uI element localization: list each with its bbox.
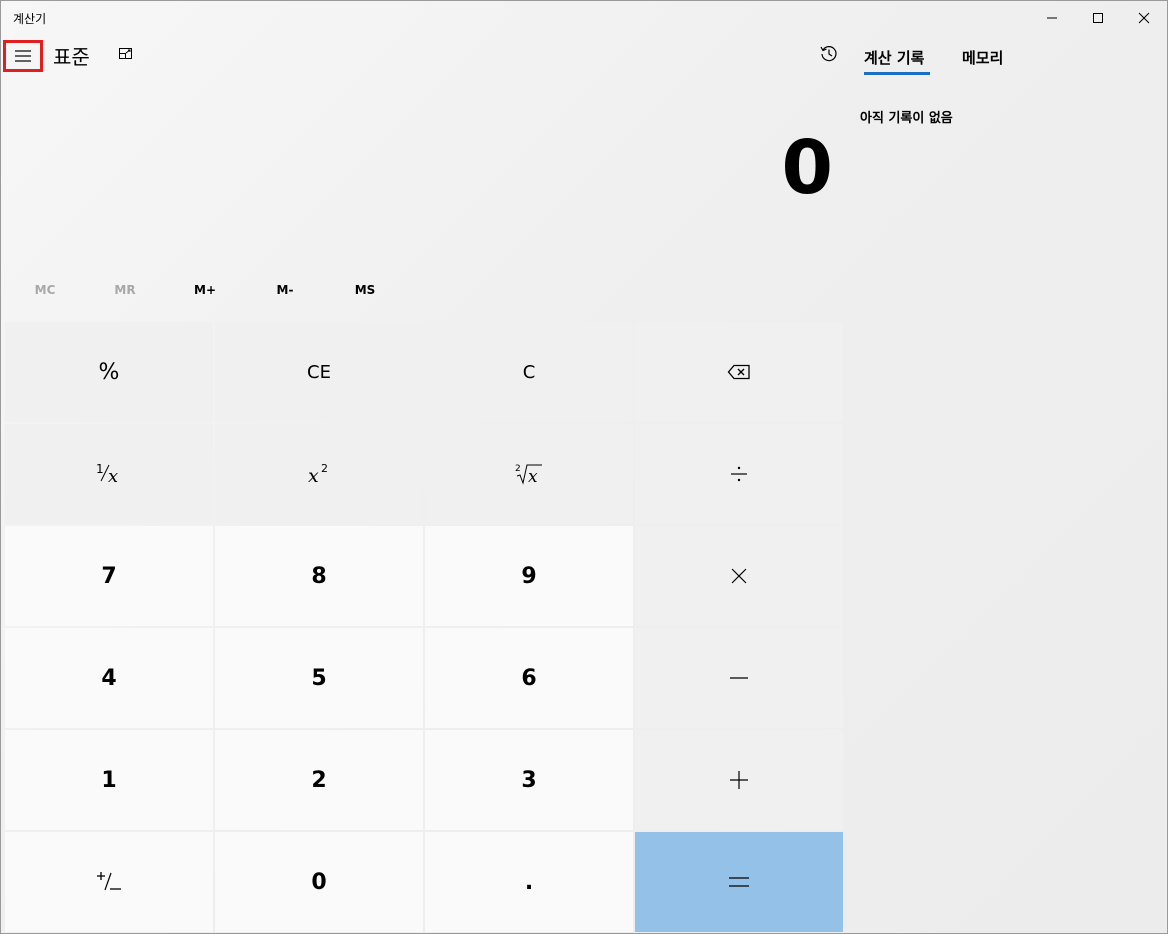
backspace-button[interactable]: [635, 322, 843, 422]
equals-icon: [729, 877, 749, 887]
digit-7-button[interactable]: 7: [5, 526, 213, 626]
memory-recall-button[interactable]: MR: [85, 273, 165, 307]
plus-minus-icon: [97, 872, 121, 891]
history-empty-message: 아직 기록이 없음: [860, 111, 953, 126]
svg-text:x: x: [528, 467, 538, 487]
reciprocal-icon: 1 x: [96, 462, 118, 487]
window-title: 계산기: [13, 12, 47, 26]
mode-title: 표준: [53, 45, 90, 69]
keypad: % CE C 1 x x 2 2 x 7 8 9 4 5 6 1 2 3 0 .: [5, 322, 845, 932]
minimize-button[interactable]: [1029, 1, 1075, 35]
digit-1-button[interactable]: 1: [5, 730, 213, 830]
svg-text:2: 2: [515, 464, 521, 474]
backspace-icon: [727, 364, 750, 380]
add-button[interactable]: [635, 730, 843, 830]
close-button[interactable]: [1121, 1, 1167, 35]
memory-store-button[interactable]: MS: [325, 273, 405, 307]
divide-button[interactable]: [635, 424, 843, 524]
svg-text:1: 1: [96, 462, 104, 476]
clear-button[interactable]: C: [425, 322, 633, 422]
negate-button[interactable]: [5, 832, 213, 932]
maximize-button[interactable]: [1075, 1, 1121, 35]
keep-on-top-button[interactable]: [117, 45, 135, 63]
square-root-icon: 2 x: [515, 464, 542, 487]
title-bar: 계산기: [1, 1, 1167, 35]
digit-8-button[interactable]: 8: [215, 526, 423, 626]
reciprocal-button[interactable]: 1 x: [5, 424, 213, 524]
digit-9-button[interactable]: 9: [425, 526, 633, 626]
subtract-button[interactable]: [635, 628, 843, 728]
digit-4-button[interactable]: 4: [5, 628, 213, 728]
active-tab-indicator: [864, 72, 930, 75]
multiply-button[interactable]: [635, 526, 843, 626]
digit-0-button[interactable]: 0: [215, 832, 423, 932]
tab-memory[interactable]: 메모리: [962, 47, 1003, 68]
decimal-button[interactable]: .: [425, 832, 633, 932]
tab-history[interactable]: 계산 기록: [864, 47, 924, 68]
digit-6-button[interactable]: 6: [425, 628, 633, 728]
calculator-window: 계산기 표준 0 MC MR M+ M- MS % CE C 1 x x 2 2…: [0, 0, 1168, 934]
close-icon: [1138, 12, 1150, 24]
svg-text:2: 2: [321, 462, 328, 475]
memory-clear-button[interactable]: MC: [5, 273, 85, 307]
result-display: 0: [781, 125, 834, 211]
clear-entry-button[interactable]: CE: [215, 322, 423, 422]
minus-icon: [730, 677, 748, 679]
percent-button[interactable]: %: [5, 322, 213, 422]
square-button[interactable]: x 2: [215, 424, 423, 524]
history-button[interactable]: [819, 44, 839, 64]
digit-3-button[interactable]: 3: [425, 730, 633, 830]
hamburger-menu-icon: [15, 50, 31, 62]
keep-on-top-icon: [119, 48, 132, 59]
memory-subtract-button[interactable]: M-: [245, 273, 325, 307]
square-root-button[interactable]: 2 x: [425, 424, 633, 524]
multiply-icon: [731, 568, 747, 584]
maximize-icon: [1093, 13, 1103, 23]
minimize-icon: [1047, 17, 1057, 19]
plus-icon: [730, 771, 748, 789]
equals-button[interactable]: [635, 832, 843, 932]
svg-text:x: x: [108, 466, 118, 487]
square-icon: x 2: [308, 462, 328, 487]
digit-5-button[interactable]: 5: [215, 628, 423, 728]
memory-add-button[interactable]: M+: [165, 273, 245, 307]
history-icon: [820, 46, 837, 62]
divide-icon: [731, 466, 747, 482]
digit-2-button[interactable]: 2: [215, 730, 423, 830]
navigation-menu-button[interactable]: [3, 40, 43, 72]
svg-text:x: x: [308, 465, 319, 487]
